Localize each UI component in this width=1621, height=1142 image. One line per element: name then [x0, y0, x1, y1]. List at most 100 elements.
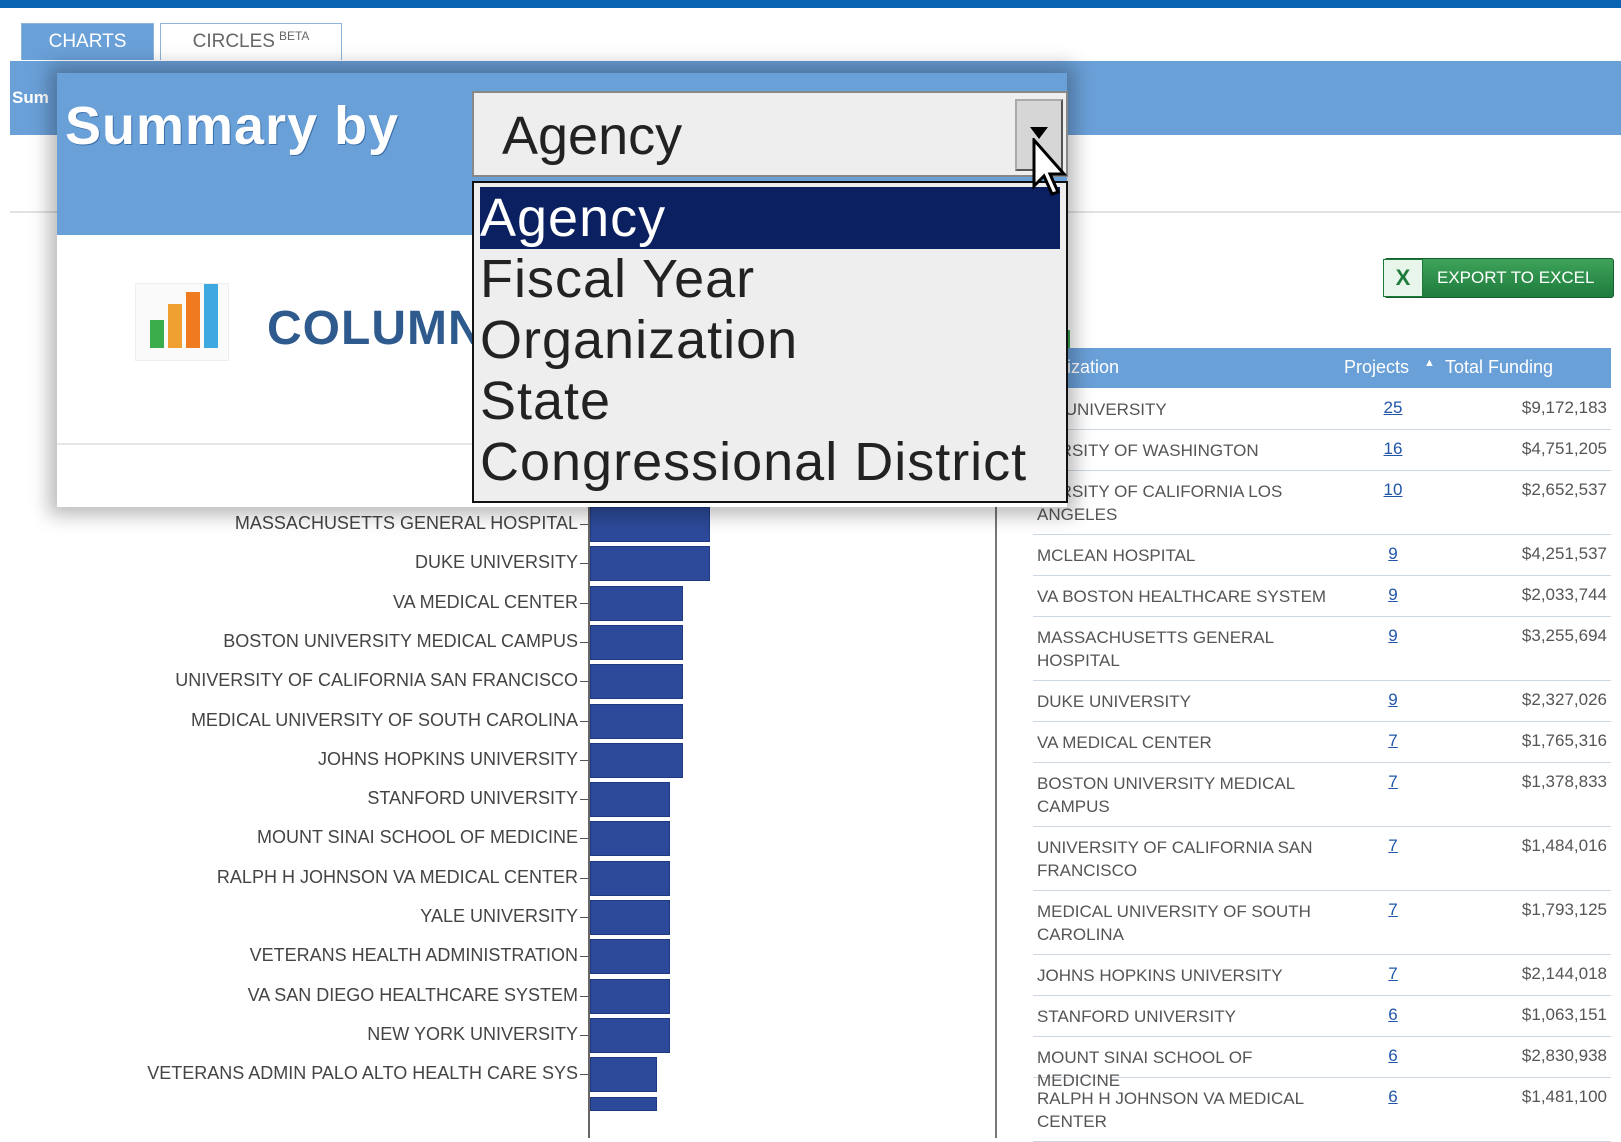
axis-tick: [580, 563, 588, 565]
table-row: DUKE UNIVERSITY 9 $2,327,026: [1033, 680, 1611, 722]
export-to-excel-button[interactable]: X EXPORT TO EXCEL: [1383, 258, 1614, 298]
cell-organization: RY UNIVERSITY: [1037, 400, 1167, 419]
bar[interactable]: [590, 703, 684, 739]
projects-link[interactable]: 9: [1373, 626, 1413, 646]
bar-label: DUKE UNIVERSITY: [414, 552, 578, 573]
dropdown-option[interactable]: State: [480, 370, 1060, 432]
cell-organization: STANFORD UNIVERSITY: [1037, 1007, 1236, 1026]
bar[interactable]: [590, 585, 684, 621]
cell-funding: $1,481,100: [1521, 1087, 1607, 1106]
summary-header-label: Sum: [12, 88, 49, 107]
bar[interactable]: [590, 546, 710, 582]
projects-link[interactable]: 7: [1373, 964, 1413, 984]
bar-label: VA SAN DIEGO HEALTHCARE SYSTEM: [247, 984, 578, 1005]
bar-label: UNIVERSITY OF CALIFORNIA SAN FRANCISCO: [175, 670, 578, 691]
projects-link[interactable]: 9: [1373, 544, 1413, 564]
table-row: RALPH H JOHNSON VA MEDICAL CENTER 6 $1,481…: [1033, 1077, 1611, 1142]
cell-funding: $2,327,026: [1521, 690, 1607, 709]
tab-charts[interactable]: CHARTS: [21, 23, 154, 60]
dropdown-option[interactable]: Fiscal Year: [480, 248, 1060, 310]
cell-funding: $4,251,537: [1521, 544, 1607, 563]
projects-link[interactable]: 9: [1373, 585, 1413, 605]
bar-label: JOHNS HOPKINS UNIVERSITY: [317, 748, 578, 769]
summary-by-select[interactable]: Agency: [472, 91, 1068, 177]
projects-link[interactable]: 10: [1373, 480, 1413, 500]
projects-link[interactable]: 25: [1373, 398, 1413, 418]
cell-funding: $1,484,016: [1521, 836, 1607, 855]
axis-tick: [580, 1034, 588, 1036]
table-row: STANFORD UNIVERSITY 6 $1,063,151: [1033, 995, 1611, 1037]
bar-label: MASSACHUSETTS GENERAL HOSPITAL: [234, 513, 578, 533]
bar[interactable]: [590, 978, 670, 1014]
cell-funding: $2,144,018: [1521, 964, 1607, 983]
projects-link[interactable]: 6: [1373, 1046, 1413, 1066]
bar-label: STANFORD UNIVERSITY: [367, 788, 578, 809]
bar-label: VETERANS HEALTH ADMINISTRATION: [249, 945, 578, 966]
table-row: RY UNIVERSITY 25 $9,172,183: [1033, 388, 1611, 430]
projects-link[interactable]: 6: [1373, 1087, 1413, 1107]
tab-circles-label: CIRCLES: [192, 31, 275, 52]
table-header: anization Projects ▲ Total Funding: [1033, 348, 1611, 388]
table-row: MOUNT SINAI SCHOOL OF MEDICINE 6 $2,830,93…: [1033, 1036, 1611, 1090]
table-row: MCLEAN HOSPITAL 9 $4,251,537: [1033, 534, 1611, 576]
bar[interactable]: [590, 821, 670, 857]
cell-funding: $1,378,833: [1521, 772, 1607, 791]
axis-tick: [580, 1074, 588, 1076]
bar[interactable]: [590, 1057, 657, 1093]
table-row: VERSITY OF CALIFORNIA LOS ANGELES 10 $2,65…: [1033, 470, 1611, 535]
mouse-cursor-icon: [1032, 138, 1068, 196]
bar[interactable]: [590, 742, 684, 778]
cell-organization: RALPH H JOHNSON VA MEDICAL CENTER: [1037, 1089, 1304, 1131]
projects-link[interactable]: 16: [1373, 439, 1413, 459]
bar[interactable]: [590, 1017, 670, 1053]
dropdown-option[interactable]: Congressional District: [480, 431, 1060, 493]
tab-circles[interactable]: CIRCLES BETA: [160, 23, 342, 60]
bar-label: RALPH H JOHNSON VA MEDICAL CENTER: [216, 866, 578, 887]
cell-funding: $2,830,938: [1521, 1046, 1607, 1065]
dropdown-option[interactable]: Organization: [480, 309, 1060, 371]
bar[interactable]: [590, 507, 710, 542]
projects-link[interactable]: 7: [1373, 731, 1413, 751]
bar-label: MOUNT SINAI SCHOOL OF MEDICINE: [256, 827, 578, 848]
projects-link[interactable]: 7: [1373, 836, 1413, 856]
bar-label: NEW YORK UNIVERSITY: [367, 1023, 578, 1044]
cell-funding: $9,172,183: [1521, 398, 1607, 417]
cell-organization: DUKE UNIVERSITY: [1037, 692, 1191, 711]
bar-label: VETERANS ADMIN PALO ALTO HEALTH CARE SYS: [147, 1063, 578, 1084]
table-row: BOSTON UNIVERSITY MEDICAL CAMPUS 7 $1,378,…: [1033, 762, 1611, 827]
tab-charts-label: CHARTS: [48, 31, 127, 52]
bar[interactable]: [590, 664, 684, 700]
projects-link[interactable]: 9: [1373, 690, 1413, 710]
bar[interactable]: [590, 939, 670, 975]
export-label: EXPORT TO EXCEL: [1437, 268, 1595, 287]
beta-badge: BETA: [278, 29, 310, 43]
axis-tick: [580, 799, 588, 801]
cell-organization: VERSITY OF CALIFORNIA LOS ANGELES: [1037, 482, 1283, 524]
projects-link[interactable]: 6: [1373, 1005, 1413, 1025]
select-value: Agency: [502, 106, 683, 166]
table-row: UNIVERSITY OF CALIFORNIA SAN FRANCISCO 7 $…: [1033, 826, 1611, 891]
column-total-funding[interactable]: Total Funding: [1445, 357, 1553, 378]
axis-tick: [580, 524, 588, 525]
axis-tick: [580, 602, 588, 604]
bar[interactable]: [590, 1096, 657, 1111]
bar[interactable]: [590, 860, 670, 896]
bar[interactable]: [590, 782, 670, 818]
bar[interactable]: [590, 900, 670, 935]
table-row: VA BOSTON HEALTHCARE SYSTEM 9 $2,033,744: [1033, 575, 1611, 617]
cell-organization: MEDICAL UNIVERSITY OF SOUTH CAROLINA: [1037, 902, 1311, 944]
axis-tick: [580, 759, 588, 761]
dropdown-option[interactable]: Agency: [480, 187, 1060, 249]
select-dropdown-list: Agency Fiscal Year Organization State Congre…: [472, 181, 1068, 503]
cell-funding: $2,033,744: [1521, 585, 1607, 604]
projects-link[interactable]: 7: [1373, 772, 1413, 792]
axis-tick: [580, 720, 588, 722]
cell-organization: BOSTON UNIVERSITY MEDICAL CAMPUS: [1037, 774, 1295, 816]
column-projects[interactable]: Projects: [1344, 357, 1409, 378]
top-accent-bar: [0, 0, 1621, 8]
projects-link[interactable]: 7: [1373, 900, 1413, 920]
axis-tick: [580, 877, 588, 879]
cell-organization: VA MEDICAL CENTER: [1037, 733, 1212, 752]
cell-organization: MASSACHUSETTS GENERAL HOSPITAL: [1037, 628, 1274, 670]
bar[interactable]: [590, 624, 684, 660]
